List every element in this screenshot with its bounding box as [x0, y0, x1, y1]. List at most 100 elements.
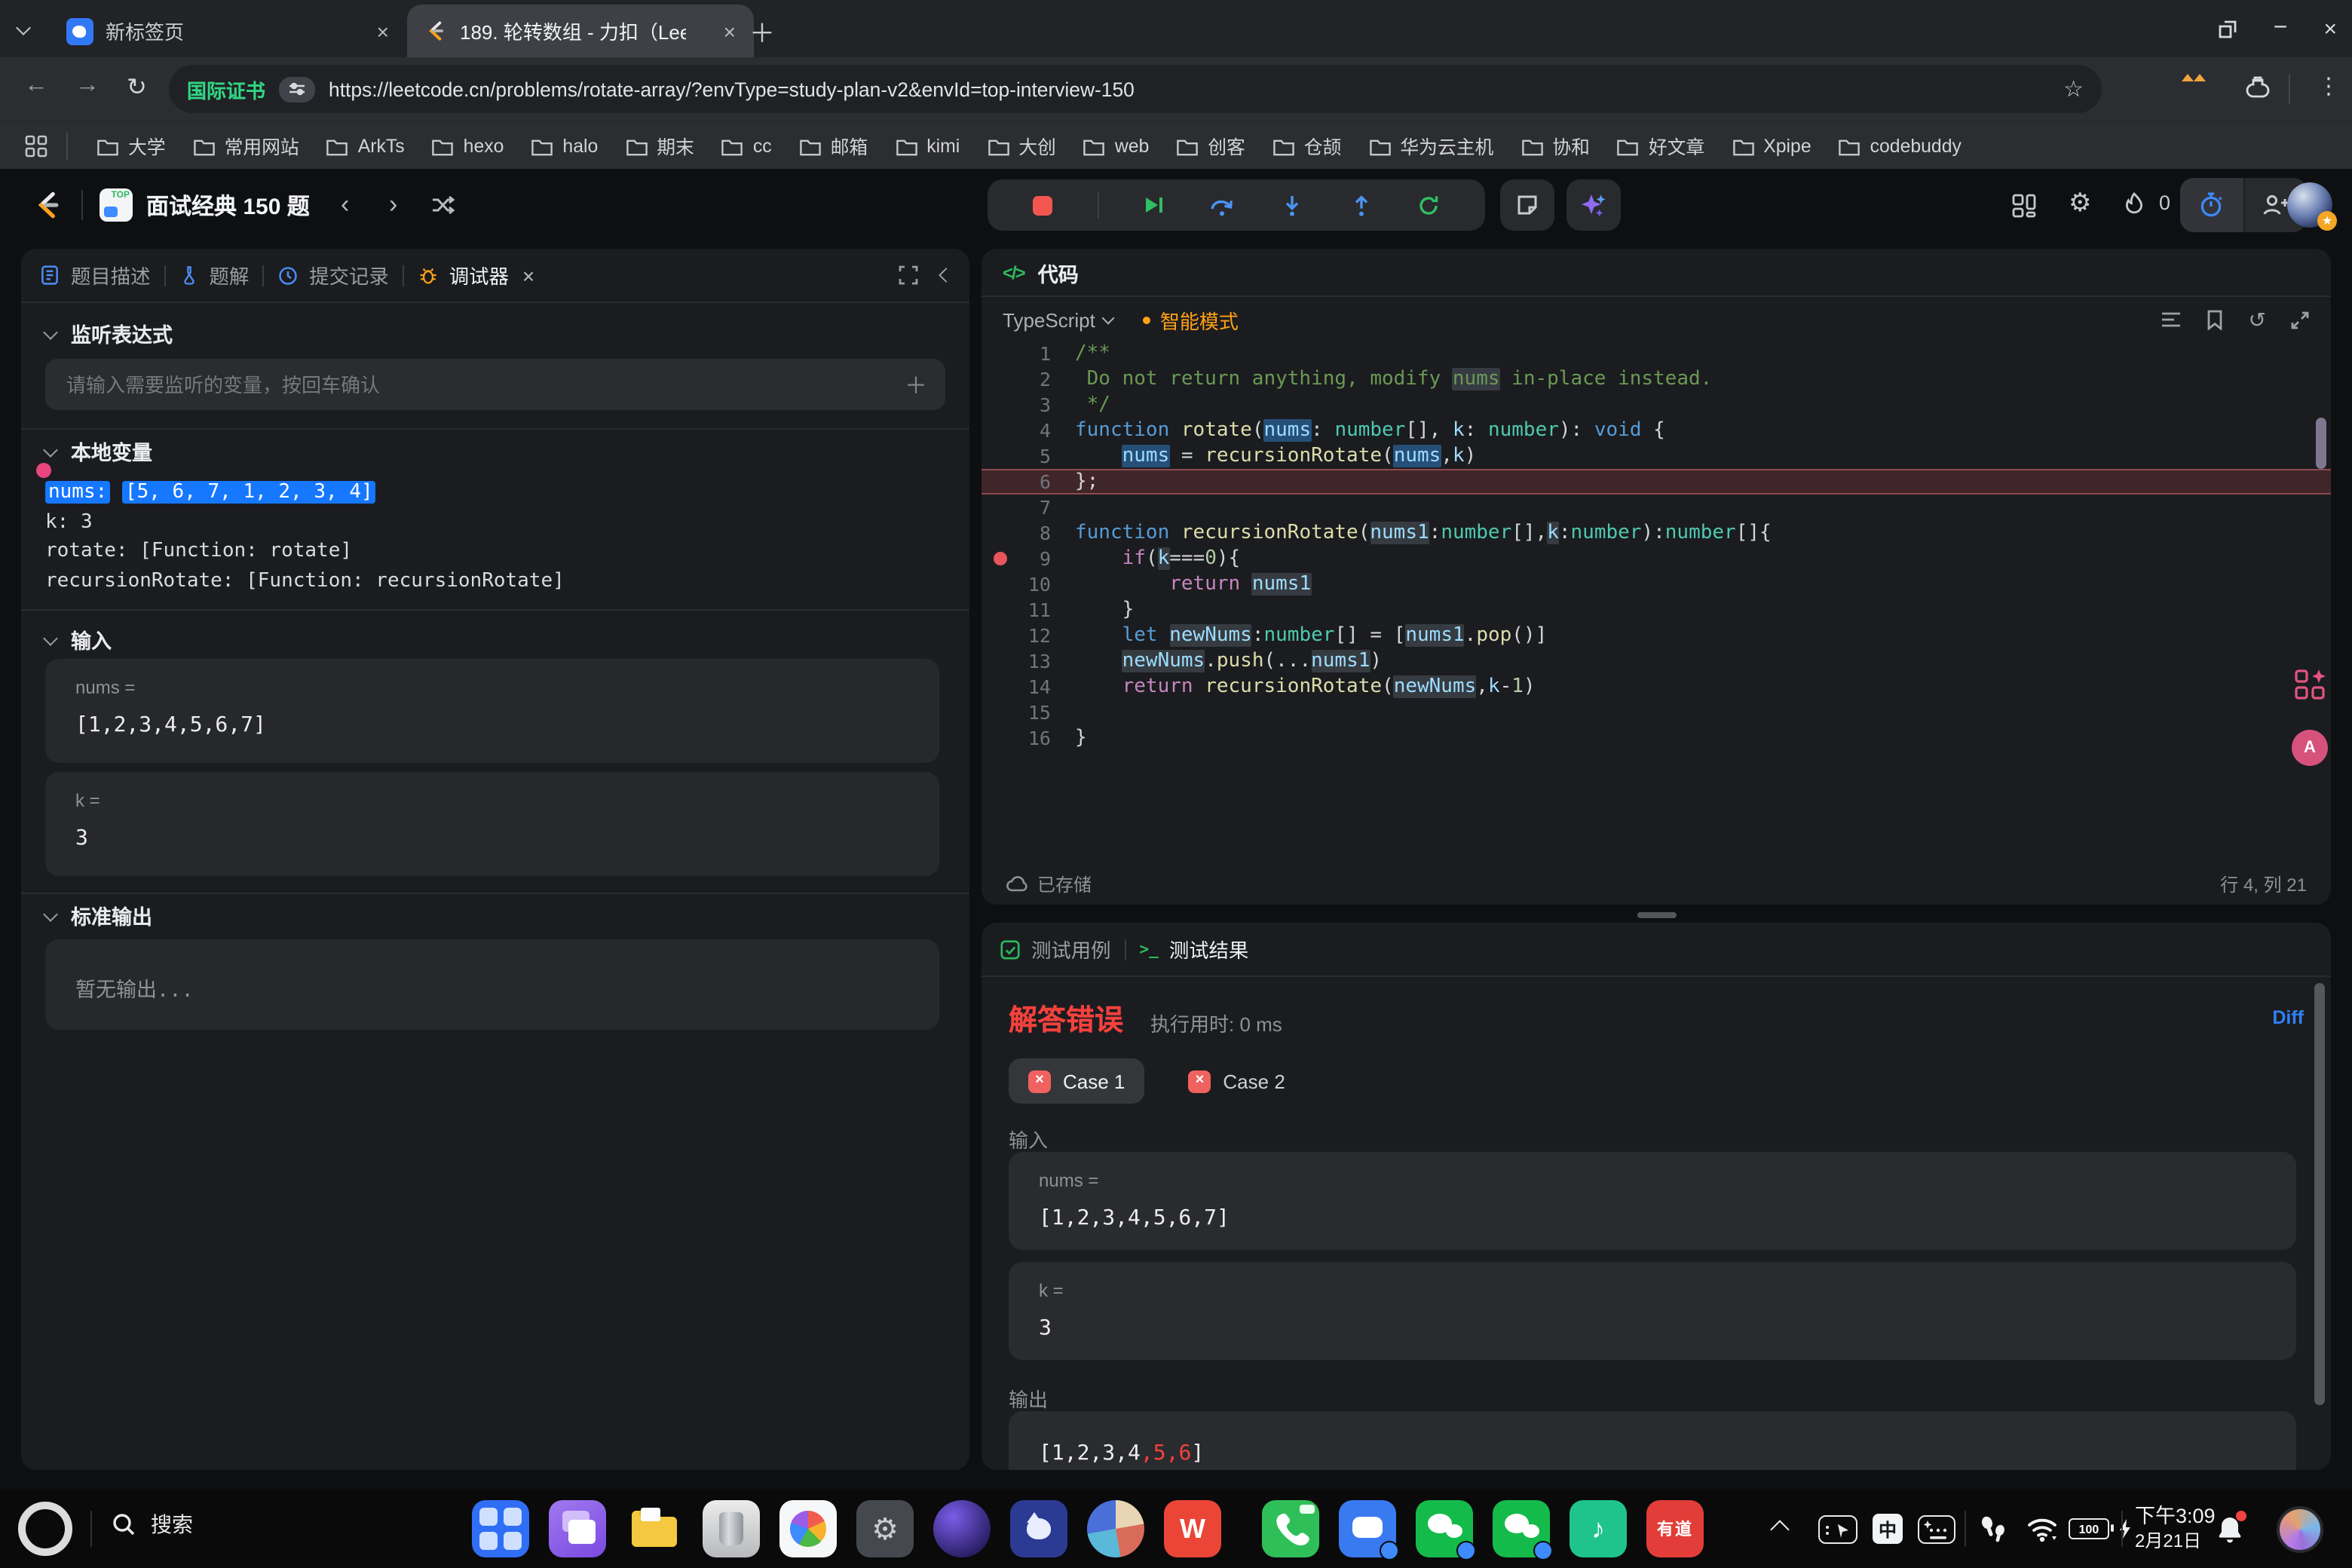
bookmark-folder[interactable]: 期末: [611, 122, 708, 170]
stdout-section-title[interactable]: 标准输出: [45, 900, 152, 930]
ai-keyboard-icon[interactable]: [1918, 1490, 1955, 1568]
tab-search-icon[interactable]: [16, 20, 31, 35]
watch-section-title[interactable]: 监听表达式: [45, 318, 173, 348]
step-out-button[interactable]: [1349, 194, 1373, 216]
app-launcher-icon[interactable]: [472, 1500, 529, 1557]
code-line[interactable]: 2 Do not return anything, modify nums in…: [982, 366, 2331, 392]
stop-button[interactable]: [1033, 195, 1052, 215]
tab-solutions[interactable]: 题解: [179, 261, 250, 289]
cursor-position[interactable]: 行 4, 列 21: [2220, 871, 2307, 896]
window-close-button[interactable]: ×: [2323, 16, 2337, 41]
tab-close-icon[interactable]: ×: [721, 19, 739, 43]
step-over-button[interactable]: [1209, 194, 1235, 216]
tab-debugger[interactable]: 调试器 ×: [418, 261, 538, 289]
shuffle-icon[interactable]: [431, 194, 455, 216]
expand-editor-icon[interactable]: [2290, 310, 2310, 329]
bookmark-folder[interactable]: halo: [517, 122, 611, 170]
fullscreen-icon[interactable]: [899, 265, 918, 285]
bookmark-folder[interactable]: kimi: [881, 122, 973, 170]
app-kitten-icon[interactable]: [1010, 1500, 1067, 1557]
bookmark-folder[interactable]: ArkTs: [313, 122, 418, 170]
bookmark-folder[interactable]: 仓颉: [1259, 122, 1355, 170]
ai-assistant-button[interactable]: [1566, 179, 1621, 231]
bookmark-folder[interactable]: 大学: [83, 122, 179, 170]
launcher-button[interactable]: [18, 1502, 72, 1556]
apps-grid-icon[interactable]: [24, 134, 48, 158]
notes-button[interactable]: [1500, 179, 1554, 231]
editor-scrollbar-thumb[interactable]: [2316, 418, 2326, 469]
code-line[interactable]: 1/**: [982, 341, 2331, 366]
local-variable[interactable]: k: 3: [45, 507, 565, 537]
multitask-view-icon[interactable]: [549, 1500, 606, 1557]
code-line[interactable]: 16}: [982, 725, 2331, 751]
bookmark-folder[interactable]: hexo: [418, 122, 518, 170]
collapse-panel-icon[interactable]: [939, 268, 954, 283]
locals-section-title[interactable]: 本地变量: [45, 436, 152, 466]
code-line[interactable]: 10 return nums1: [982, 571, 2331, 597]
code-line[interactable]: 3 */: [982, 392, 2331, 418]
uos-ai-icon[interactable]: [933, 1500, 991, 1557]
bookmark-folder[interactable]: 好文章: [1603, 122, 1718, 170]
io-card[interactable]: nums =[1,2,3,4,5,6,7]: [1009, 1152, 2296, 1250]
io-card[interactable]: k =3: [45, 772, 939, 876]
window-minimize-button[interactable]: −: [2274, 15, 2288, 42]
browser-tab-leetcode[interactable]: 189. 轮转数组 - 力扣（Lee ×: [407, 5, 754, 57]
user-avatar[interactable]: ★: [2287, 182, 2332, 228]
watch-input-field[interactable]: [63, 372, 905, 397]
taskbar-search[interactable]: 搜索: [112, 1509, 193, 1539]
code-line[interactable]: 7: [982, 495, 2331, 520]
streak-flame-icon[interactable]: [2123, 191, 2145, 219]
youdao-dict-icon[interactable]: 有道: [1646, 1500, 1704, 1557]
code-line[interactable]: 15: [982, 700, 2331, 725]
bookmark-folder[interactable]: Xpipe: [1718, 122, 1824, 170]
bookmark-star-icon[interactable]: ☆: [2063, 75, 2084, 103]
format-icon[interactable]: [2161, 311, 2182, 329]
code-line[interactable]: 9 if(k===0){: [982, 546, 2331, 571]
phone-app-icon[interactable]: [1262, 1500, 1319, 1557]
forward-button[interactable]: →: [75, 72, 100, 100]
security-badge[interactable]: 国际证书: [187, 75, 265, 103]
code-line[interactable]: 5 nums = recursionRotate(nums,k): [982, 443, 2331, 469]
code-line[interactable]: 12 let newNums:number[] = [nums1.pop()]: [982, 623, 2331, 648]
study-plan-title[interactable]: 面试经典 150 题: [146, 169, 310, 241]
window-restore-button[interactable]: [2218, 19, 2237, 38]
bookmark-folder[interactable]: web: [1070, 122, 1162, 170]
new-tab-button[interactable]: ＋: [749, 12, 775, 50]
code-line[interactable]: 13 newNums.push(...nums1): [982, 648, 2331, 674]
continue-button[interactable]: [1144, 194, 1165, 216]
local-variable[interactable]: recursionRotate: [Function: recursionRot…: [45, 566, 565, 596]
tab-testcase[interactable]: 测试用例: [1000, 935, 1111, 963]
language-select[interactable]: TypeScript: [1003, 308, 1113, 331]
io-card[interactable]: k =3: [1009, 1262, 2296, 1360]
tab-submissions[interactable]: 提交记录: [277, 261, 389, 289]
input-section-title[interactable]: 输入: [45, 624, 112, 654]
watch-input[interactable]: ＋: [45, 359, 945, 410]
bookmark-icon[interactable]: [2207, 309, 2225, 330]
code-editor[interactable]: 1/**2 Do not return anything, modify num…: [982, 341, 2331, 778]
timer-button[interactable]: [2180, 178, 2243, 232]
site-settings-icon[interactable]: [279, 76, 315, 102]
smart-mode-toggle[interactable]: 智能模式: [1144, 305, 1239, 334]
photos-icon[interactable]: [779, 1500, 837, 1557]
bookmark-folder[interactable]: 邮箱: [786, 122, 882, 170]
step-into-button[interactable]: [1280, 194, 1304, 216]
trash-icon[interactable]: [703, 1500, 760, 1557]
bookmark-folder[interactable]: 创客: [1162, 122, 1259, 170]
panel-resize-handle[interactable]: [1637, 912, 1677, 918]
wechat-icon[interactable]: [1416, 1500, 1473, 1557]
wecom-icon[interactable]: [1493, 1500, 1550, 1557]
breakpoint-dot[interactable]: [994, 552, 1007, 565]
code-line[interactable]: 14 return recursionRotate(newNums,k-1): [982, 674, 2331, 700]
add-watch-icon[interactable]: ＋: [905, 369, 927, 400]
notification-bell[interactable]: [2216, 1490, 2243, 1568]
bookmark-folder[interactable]: 常用网站: [179, 122, 313, 170]
clock[interactable]: 下午3:09 2月21日: [2135, 1490, 2216, 1568]
ime-indicator[interactable]: 中: [1873, 1490, 1903, 1568]
reload-button[interactable]: ↻: [127, 72, 147, 103]
assistant-orb[interactable]: [2277, 1490, 2323, 1568]
browser-tab-newtab[interactable]: 新标签页 ×: [51, 5, 407, 57]
messages-app-icon[interactable]: [1339, 1500, 1396, 1557]
layout-icon[interactable]: [2011, 193, 2037, 219]
settings-gear-icon[interactable]: ⚙: [2069, 188, 2092, 219]
bookmark-folder[interactable]: cc: [708, 122, 786, 170]
